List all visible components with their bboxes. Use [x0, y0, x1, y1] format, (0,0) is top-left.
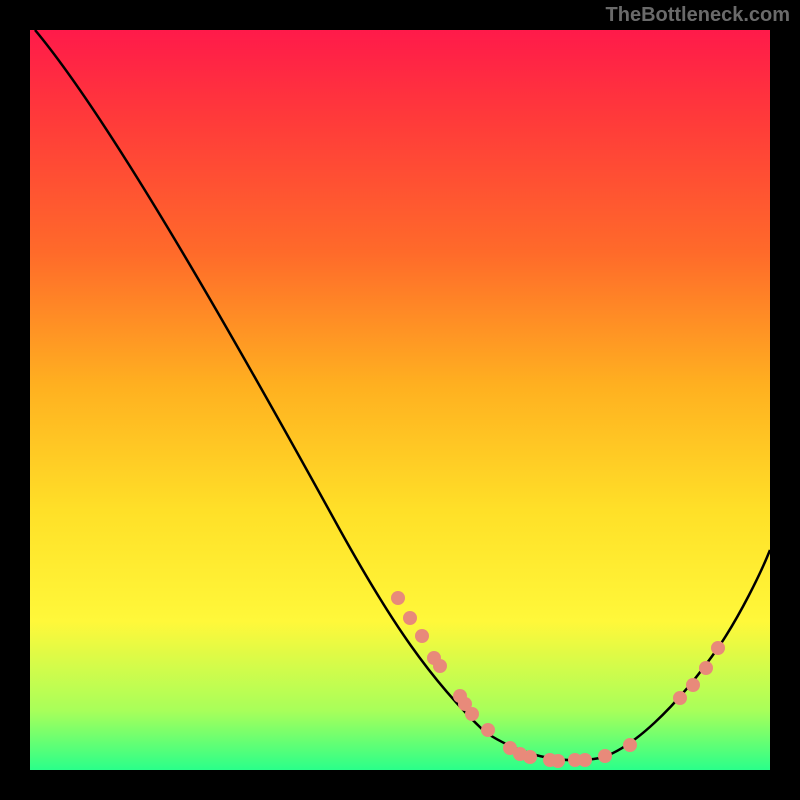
scatter-point	[481, 723, 495, 737]
scatter-point	[403, 611, 417, 625]
scatter-points-group	[391, 591, 725, 768]
scatter-point	[711, 641, 725, 655]
watermark-text: TheBottleneck.com	[606, 4, 790, 27]
scatter-point	[699, 661, 713, 675]
scatter-point	[551, 754, 565, 768]
plot-area	[30, 30, 770, 770]
scatter-point	[433, 659, 447, 673]
scatter-point	[578, 753, 592, 767]
scatter-point	[391, 591, 405, 605]
scatter-point	[415, 629, 429, 643]
scatter-point	[598, 749, 612, 763]
bottleneck-curve	[35, 30, 770, 760]
scatter-point	[623, 738, 637, 752]
scatter-point	[523, 750, 537, 764]
scatter-point	[673, 691, 687, 705]
chart-svg	[30, 30, 770, 770]
scatter-point	[686, 678, 700, 692]
scatter-point	[465, 707, 479, 721]
